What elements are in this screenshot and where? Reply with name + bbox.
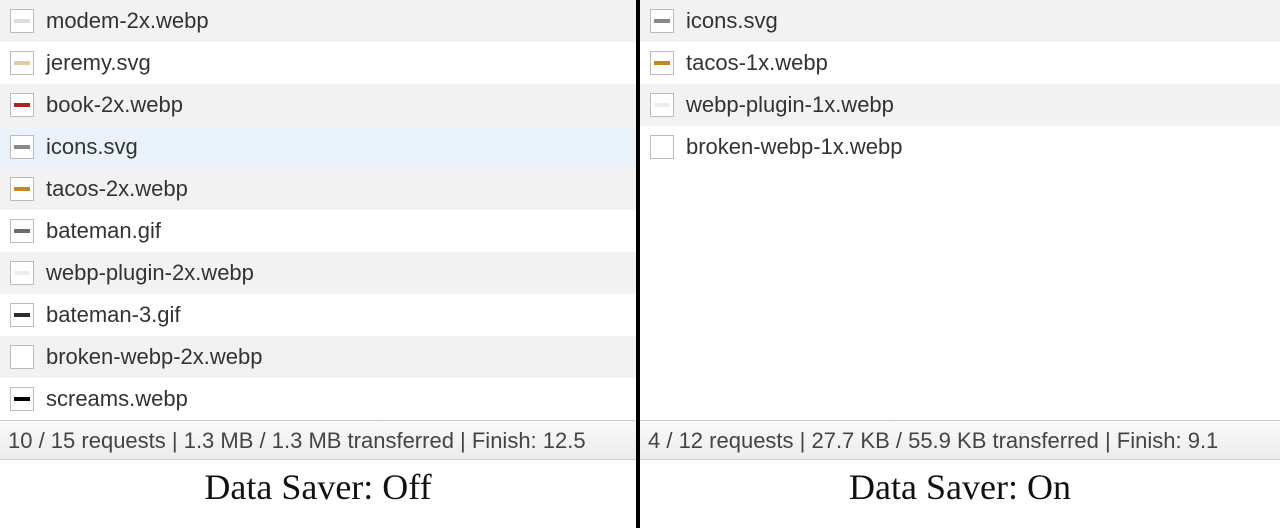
file-name: webp-plugin-2x.webp <box>46 260 254 286</box>
file-thumb-icon <box>10 387 34 411</box>
file-name: screams.webp <box>46 386 188 412</box>
table-row[interactable]: tacos-1x.webp <box>640 42 1280 84</box>
file-thumb-icon <box>650 93 674 117</box>
file-name: tacos-2x.webp <box>46 176 188 202</box>
file-thumb-icon <box>10 219 34 243</box>
file-thumb-icon <box>10 303 34 327</box>
split-view: modem-2x.webp jeremy.svg book-2x.webp icons… <box>0 0 1280 528</box>
file-name: jeremy.svg <box>46 50 151 76</box>
file-name: tacos-1x.webp <box>686 50 828 76</box>
table-row[interactable]: tacos-2x.webp <box>0 168 636 210</box>
file-name: broken-webp-2x.webp <box>46 344 262 370</box>
file-thumb-icon <box>10 177 34 201</box>
pane-right: icons.svg tacos-1x.webp webp-plugin-1x.web… <box>640 0 1280 528</box>
pane-left: modem-2x.webp jeremy.svg book-2x.webp icons… <box>0 0 640 528</box>
file-thumb-icon <box>10 345 34 369</box>
table-row[interactable]: broken-webp-2x.webp <box>0 336 636 378</box>
status-bar-left: 10 / 15 requests | 1.3 MB / 1.3 MB trans… <box>0 420 636 460</box>
file-thumb-icon <box>10 261 34 285</box>
file-name: icons.svg <box>686 8 778 34</box>
file-name: broken-webp-1x.webp <box>686 134 902 160</box>
table-row[interactable]: book-2x.webp <box>0 84 636 126</box>
file-name: webp-plugin-1x.webp <box>686 92 894 118</box>
spacer <box>640 168 1280 420</box>
file-name: modem-2x.webp <box>46 8 209 34</box>
file-thumb-icon <box>10 93 34 117</box>
file-thumb-icon <box>10 51 34 75</box>
table-row[interactable]: icons.svg <box>0 126 636 168</box>
file-name: icons.svg <box>46 134 138 160</box>
table-row[interactable]: jeremy.svg <box>0 42 636 84</box>
table-row[interactable]: webp-plugin-2x.webp <box>0 252 636 294</box>
table-row[interactable]: broken-webp-1x.webp <box>640 126 1280 168</box>
table-row[interactable]: webp-plugin-1x.webp <box>640 84 1280 126</box>
file-list-left: modem-2x.webp jeremy.svg book-2x.webp icons… <box>0 0 636 420</box>
table-row[interactable]: bateman-3.gif <box>0 294 636 336</box>
file-thumb-icon <box>650 51 674 75</box>
file-list-right: icons.svg tacos-1x.webp webp-plugin-1x.web… <box>640 0 1280 168</box>
file-name: bateman.gif <box>46 218 161 244</box>
file-thumb-icon <box>650 135 674 159</box>
table-row[interactable]: modem-2x.webp <box>0 0 636 42</box>
table-row[interactable]: icons.svg <box>640 0 1280 42</box>
table-row[interactable]: bateman.gif <box>0 210 636 252</box>
file-name: book-2x.webp <box>46 92 183 118</box>
file-name: bateman-3.gif <box>46 302 181 328</box>
file-thumb-icon <box>10 9 34 33</box>
file-thumb-icon <box>650 9 674 33</box>
file-thumb-icon <box>10 135 34 159</box>
status-bar-right: 4 / 12 requests | 27.7 KB / 55.9 KB tran… <box>640 420 1280 460</box>
caption-left: Data Saver: Off <box>0 460 636 528</box>
caption-right: Data Saver: On <box>640 460 1280 528</box>
table-row[interactable]: screams.webp <box>0 378 636 420</box>
